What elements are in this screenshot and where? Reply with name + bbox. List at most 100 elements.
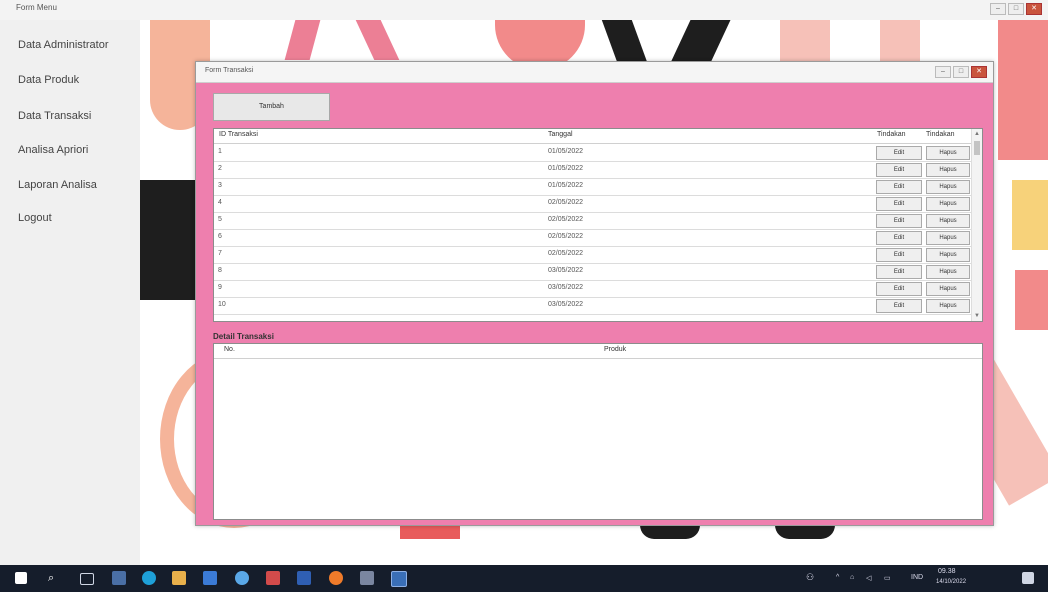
form-transaksi-window: Form Transaksi – □ ✕ Tambah ID Transaksi… <box>195 61 994 526</box>
bg-shape <box>1015 270 1048 330</box>
column-header-tindakan-edit[interactable]: Tindakan <box>877 131 906 138</box>
hapus-button[interactable]: Hapus <box>926 265 970 279</box>
maximize-icon[interactable]: □ <box>953 66 969 78</box>
edit-button[interactable]: Edit <box>876 146 922 160</box>
edit-button[interactable]: Edit <box>876 197 922 211</box>
cell-id: 2 <box>218 165 222 172</box>
scroll-up-icon[interactable]: ▲ <box>972 129 982 139</box>
app-icon[interactable] <box>360 571 374 585</box>
globe-icon[interactable] <box>235 571 249 585</box>
word-icon[interactable] <box>297 571 311 585</box>
form-window-title: Form Transaksi <box>205 67 254 74</box>
scroll-thumb[interactable] <box>974 141 980 155</box>
office-icon[interactable] <box>266 571 280 585</box>
hapus-button[interactable]: Hapus <box>926 248 970 262</box>
detail-grid: No. Produk <box>213 343 983 520</box>
edit-button[interactable]: Edit <box>876 299 922 313</box>
table-row[interactable]: 5 02/05/2022 Edit Hapus <box>214 212 972 230</box>
edit-button[interactable]: Edit <box>876 180 922 194</box>
minimize-icon[interactable]: – <box>935 66 951 78</box>
table-row[interactable]: 6 02/05/2022 Edit Hapus <box>214 229 972 247</box>
table-row[interactable]: 4 02/05/2022 Edit Hapus <box>214 195 972 213</box>
edit-button[interactable]: Edit <box>876 265 922 279</box>
edit-button[interactable]: Edit <box>876 231 922 245</box>
column-header-no[interactable]: No. <box>224 346 235 353</box>
notification-icon[interactable] <box>1022 572 1034 584</box>
edit-button[interactable]: Edit <box>876 163 922 177</box>
language-indicator[interactable]: IND <box>911 574 923 581</box>
people-icon[interactable]: ⚇ <box>806 572 814 583</box>
bg-shape <box>998 20 1048 160</box>
task-view-icon[interactable] <box>80 573 94 585</box>
cell-date: 03/05/2022 <box>548 267 584 274</box>
sidebar-item-data-produk[interactable]: Data Produk <box>18 74 79 86</box>
cell-date: 02/05/2022 <box>548 233 584 240</box>
hapus-button[interactable]: Hapus <box>926 214 970 228</box>
main-window-controls: – □ ✕ <box>990 3 1042 15</box>
active-app-icon[interactable] <box>391 571 407 587</box>
hapus-button[interactable]: Hapus <box>926 146 970 160</box>
column-header-tindakan-hapus[interactable]: Tindakan <box>926 131 955 138</box>
cell-id: 5 <box>218 216 222 223</box>
bg-shape <box>400 525 460 539</box>
column-header-id[interactable]: ID Transaksi <box>219 131 258 138</box>
network-icon[interactable]: ⌂ <box>850 574 854 581</box>
store-icon[interactable] <box>172 571 186 585</box>
grid-scrollbar[interactable]: ▲ ▼ <box>971 129 982 321</box>
tambah-button[interactable]: Tambah <box>213 93 330 121</box>
minimize-icon[interactable]: – <box>990 3 1006 15</box>
browser-icon[interactable] <box>142 571 156 585</box>
table-row[interactable]: 9 03/05/2022 Edit Hapus <box>214 280 972 298</box>
maximize-icon[interactable]: □ <box>1008 3 1024 15</box>
table-row[interactable]: 7 02/05/2022 Edit Hapus <box>214 246 972 264</box>
table-row[interactable]: 1 01/05/2022 Edit Hapus <box>214 144 972 162</box>
close-icon[interactable]: ✕ <box>971 66 987 78</box>
sidebar-item-laporan-analisa[interactable]: Laporan Analisa <box>18 179 97 191</box>
main-titlebar: Form Menu – □ ✕ <box>0 0 1048 21</box>
edit-button[interactable]: Edit <box>876 214 922 228</box>
cell-date: 02/05/2022 <box>548 250 584 257</box>
hapus-button[interactable]: Hapus <box>926 299 970 313</box>
table-row[interactable]: 8 03/05/2022 Edit Hapus <box>214 263 972 281</box>
edit-button[interactable]: Edit <box>876 282 922 296</box>
app-icon[interactable] <box>112 571 126 585</box>
cell-date: 02/05/2022 <box>548 216 584 223</box>
table-row[interactable]: 3 01/05/2022 Edit Hapus <box>214 178 972 196</box>
clock-date[interactable]: 14/10/2022 <box>936 579 966 585</box>
taskbar: ⌕ ⚇ ^ ⌂ ◁ ▭ IND 09.38 14/10/2022 <box>0 565 1048 592</box>
cell-id: 9 <box>218 284 222 291</box>
keyboard-icon[interactable]: ▭ <box>884 574 891 582</box>
firefox-icon[interactable] <box>329 571 343 585</box>
table-row[interactable]: 10 03/05/2022 Edit Hapus <box>214 297 972 315</box>
clock-time[interactable]: 09.38 <box>938 568 956 575</box>
chevron-up-icon[interactable]: ^ <box>836 574 839 581</box>
sidebar-item-analisa-apriori[interactable]: Analisa Apriori <box>18 144 88 156</box>
detail-grid-header: No. Produk <box>214 344 982 359</box>
cell-id: 4 <box>218 199 222 206</box>
detail-transaksi-label: Detail Transaksi <box>213 332 274 341</box>
column-header-tanggal[interactable]: Tanggal <box>548 131 573 138</box>
bg-shape <box>284 20 321 60</box>
sidebar-item-logout[interactable]: Logout <box>18 212 52 224</box>
sidebar-item-data-administrator[interactable]: Data Administrator <box>18 39 108 51</box>
hapus-button[interactable]: Hapus <box>926 163 970 177</box>
table-row[interactable]: 2 01/05/2022 Edit Hapus <box>214 161 972 179</box>
hapus-button[interactable]: Hapus <box>926 197 970 211</box>
search-icon[interactable]: ⌕ <box>48 571 62 585</box>
column-header-produk[interactable]: Produk <box>604 346 626 353</box>
mail-icon[interactable] <box>203 571 217 585</box>
cell-id: 10 <box>218 301 226 308</box>
cell-id: 8 <box>218 267 222 274</box>
sidebar-item-data-transaksi[interactable]: Data Transaksi <box>18 110 91 122</box>
hapus-button[interactable]: Hapus <box>926 231 970 245</box>
volume-icon[interactable]: ◁ <box>866 574 871 582</box>
windows-start-icon[interactable] <box>15 572 27 584</box>
bg-shape <box>355 20 400 60</box>
scroll-down-icon[interactable]: ▼ <box>972 311 982 321</box>
bg-shape <box>880 20 920 65</box>
edit-button[interactable]: Edit <box>876 248 922 262</box>
close-icon[interactable]: ✕ <box>1026 3 1042 15</box>
sidebar: Data Administrator Data Produk Data Tran… <box>0 20 140 565</box>
hapus-button[interactable]: Hapus <box>926 180 970 194</box>
hapus-button[interactable]: Hapus <box>926 282 970 296</box>
